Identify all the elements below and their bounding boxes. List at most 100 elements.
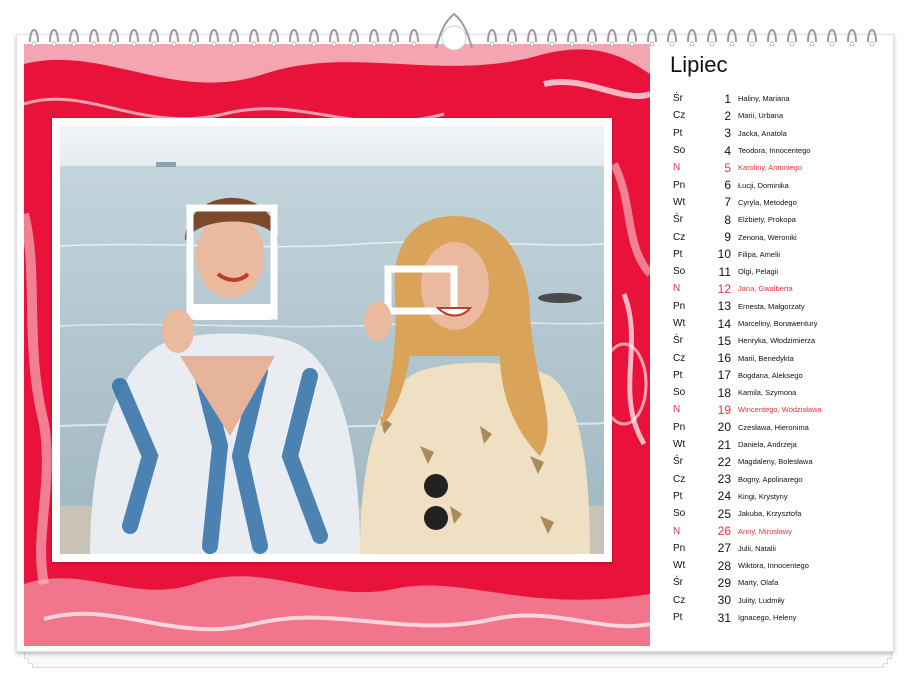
name-day-label: Jana, Gwalberta: [738, 284, 793, 294]
day-of-week-label: Cz: [673, 231, 686, 243]
day-number: 23: [717, 472, 731, 487]
day-number: 31: [717, 610, 731, 625]
day-number: 19: [717, 402, 731, 417]
day-list: Śr 1 Haliny, Mariana Cz 2 Marii, Urbana Pt 3 Jac…: [662, 90, 882, 626]
page-stack-edge: [32, 663, 884, 668]
day-of-week-label: N: [673, 404, 681, 416]
name-day-label: Karoliny, Antoniego: [738, 163, 803, 173]
name-day-label: Wiktora, Innocentego: [738, 561, 809, 571]
day-number: 13: [717, 299, 731, 314]
name-day-label: Marceliny, Bonawentury: [738, 319, 818, 328]
beach-photo-illustration: [60, 126, 604, 554]
day-row: Pt 24 Kingi, Krystyny: [662, 488, 882, 505]
name-day-label: Kamila, Szymona: [738, 388, 797, 398]
day-number: 27: [717, 541, 731, 556]
day-row: So 4 Teodora, Innocentego: [662, 142, 882, 159]
name-day-label: Jakuba, Krzysztofa: [738, 509, 802, 519]
day-row: N 26 Anny, Mirosławy: [662, 522, 882, 539]
day-number: 28: [717, 558, 731, 573]
day-number: 12: [717, 281, 731, 296]
day-row: Wt 14 Marceliny, Bonawentury: [662, 315, 882, 332]
day-row: Śr 8 Elżbiety, Prokopa: [662, 211, 882, 228]
day-of-week-label: N: [673, 283, 681, 295]
name-day-label: Ignacego, Heleny: [738, 613, 797, 623]
name-day-label: Wincentego, Wodzisława: [738, 405, 822, 415]
day-number: 17: [717, 368, 731, 383]
day-number: 8: [724, 212, 731, 227]
day-number: 14: [717, 316, 731, 331]
day-of-week-label: Pt: [673, 490, 683, 502]
day-of-week-label: Pn: [673, 542, 686, 554]
name-day-label: Filipa, Amelii: [738, 249, 781, 259]
name-day-label: Marii, Urbana: [738, 111, 784, 121]
day-number: 15: [717, 333, 731, 348]
name-day-label: Jacka, Anatola: [738, 128, 787, 138]
day-number: 5: [724, 160, 731, 175]
day-of-week-label: So: [673, 266, 686, 278]
name-day-label: Anny, Mirosławy: [738, 526, 793, 536]
day-of-week-label: Pt: [673, 612, 683, 624]
day-row: Pn 27 Julii, Natalii: [662, 540, 882, 557]
day-number: 10: [717, 247, 731, 262]
day-row: Cz 9 Zenona, Weroniki: [662, 228, 882, 245]
name-day-label: Łucji, Dominika: [738, 180, 789, 190]
day-row: So 18 Kamila, Szymona: [662, 384, 882, 401]
day-row: Pt 17 Bogdana, Aleksego: [662, 367, 882, 384]
day-of-week-label: Wt: [673, 560, 686, 572]
day-of-week-label: Wt: [673, 439, 686, 451]
name-day-label: Elżbiety, Prokopa: [738, 215, 796, 225]
day-of-week-label: Śr: [673, 214, 683, 226]
day-number: 22: [717, 454, 731, 469]
day-of-week-label: Śr: [673, 577, 683, 589]
day-of-week-label: Pt: [673, 369, 683, 381]
day-row: Pn 6 Łucji, Dominika: [662, 176, 882, 193]
day-number: 26: [717, 524, 731, 539]
day-row: Śr 22 Magdaleny, Bolesława: [662, 453, 882, 470]
name-day-label: Daniela, Andrzeja: [738, 440, 797, 450]
name-day-label: Bogny, Apolinarego: [738, 474, 803, 484]
day-of-week-label: N: [673, 525, 681, 537]
name-day-label: Magdaleny, Bolesława: [738, 457, 813, 467]
day-of-week-label: Wt: [673, 318, 686, 329]
day-row: N 19 Wincentego, Wodzisława: [662, 401, 882, 418]
day-number: 20: [717, 420, 731, 435]
day-number: 24: [717, 489, 731, 504]
day-number: 9: [724, 230, 731, 245]
day-row: Śr 1 Haliny, Mariana: [662, 90, 882, 107]
day-row: Śr 29 Marty, Olafa: [662, 574, 882, 591]
day-number: 4: [724, 143, 731, 158]
day-row: N 12 Jana, Gwalberta: [662, 280, 882, 297]
day-of-week-label: N: [673, 162, 681, 174]
month-title: Lipiec: [670, 52, 728, 77]
day-of-week-label: Wt: [673, 196, 686, 208]
day-number: 21: [717, 437, 731, 452]
name-day-label: Czesława, Hieronima: [738, 422, 809, 432]
day-number: 25: [717, 506, 731, 521]
name-day-label: Marii, Benedykta: [738, 353, 794, 363]
day-row: Wt 7 Cyryla, Metodego: [662, 194, 882, 211]
day-of-week-label: So: [673, 145, 686, 157]
day-row: Cz 2 Marii, Urbana: [662, 107, 882, 124]
name-day-label: Ernesta, Małgorzaty: [738, 301, 805, 311]
day-row: Cz 30 Julity, Ludmiły: [662, 592, 882, 609]
name-day-label: Bogdana, Aleksego: [738, 370, 803, 380]
name-day-label: Cyryla, Metodego: [738, 197, 797, 207]
hanger-hook-icon: [435, 12, 473, 51]
day-row: Pn 20 Czesława, Hieronima: [662, 419, 882, 436]
day-number: 6: [724, 178, 731, 193]
day-of-week-label: So: [673, 508, 686, 520]
day-of-week-label: Śr: [673, 93, 683, 105]
day-row: Cz 16 Marii, Benedykta: [662, 349, 882, 366]
day-of-week-label: Pn: [673, 179, 686, 191]
day-of-week-label: Pn: [673, 300, 686, 312]
name-day-label: Julii, Natalii: [738, 543, 776, 553]
day-number: 18: [717, 385, 731, 400]
day-of-week-label: Cz: [673, 352, 686, 364]
day-row: Pt 10 Filipa, Amelii: [662, 246, 882, 263]
day-of-week-label: Pt: [673, 127, 683, 139]
day-row: Wt 28 Wiktora, Innocentego: [662, 557, 882, 574]
day-of-week-label: So: [673, 387, 686, 399]
day-row: So 25 Jakuba, Krzysztofa: [662, 505, 882, 522]
day-number: 11: [718, 264, 731, 279]
day-number: 7: [724, 195, 731, 210]
